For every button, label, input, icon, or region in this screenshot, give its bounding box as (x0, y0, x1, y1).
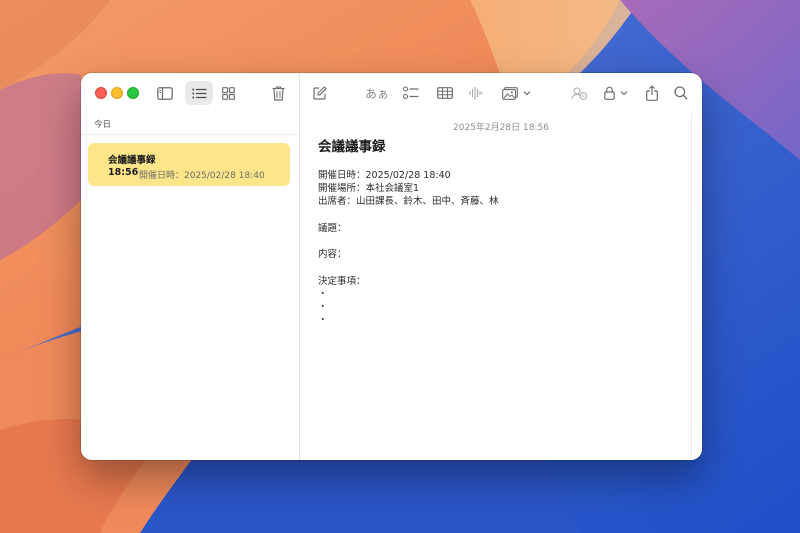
notes-window: 今日 会議議事録 18:56 開催日時：2025/02/28 18:40 202… (81, 73, 702, 460)
sidebar-toggle-button[interactable] (153, 81, 177, 105)
share-button[interactable] (643, 81, 661, 105)
note-timestamp: 2025年2月28日 18:56 (453, 123, 549, 133)
delete-button[interactable] (268, 81, 288, 105)
new-note-button[interactable] (310, 81, 330, 105)
note-line: 議題： (318, 222, 347, 234)
grid-icon (221, 86, 235, 100)
note-line: 内容： (318, 249, 347, 261)
note-line: 開催日時：2025/02/28 18:40 (318, 170, 451, 181)
photo-icon (501, 86, 518, 100)
audio-button[interactable] (467, 81, 485, 105)
format-icon: あぁ (365, 86, 390, 101)
format-button[interactable]: あぁ (365, 81, 389, 105)
note-list-item-preview: 開催日時：2025/02/28 18:40 (139, 171, 265, 181)
search-icon (674, 86, 688, 100)
table-button[interactable] (434, 81, 456, 105)
close-button[interactable] (95, 87, 107, 99)
editor-scrollbar[interactable] (691, 113, 692, 460)
share-icon (646, 85, 658, 101)
waveform-icon (469, 87, 483, 99)
table-icon (437, 87, 453, 99)
note-line (318, 261, 499, 274)
trash-icon (272, 85, 284, 101)
note-list-item[interactable]: 会議議事録 18:56 開催日時：2025/02/28 18:40 (88, 143, 290, 186)
search-button[interactable] (671, 81, 691, 105)
collaborate-icon (570, 87, 587, 100)
minimize-button[interactable] (111, 87, 123, 99)
note-line (318, 235, 499, 248)
zoom-button[interactable] (127, 87, 139, 99)
note-line: ・ (318, 301, 328, 313)
note-title: 会議議事録 (318, 139, 386, 155)
media-button[interactable] (499, 81, 533, 105)
note-list-item-time: 18:56 (108, 167, 139, 178)
checklist-icon (403, 86, 419, 100)
note-line: 開催場所：本社会議室1 (318, 183, 420, 195)
chevron-down-icon (523, 91, 530, 96)
note-line: 出席者：山田課長、鈴木、田中、斉藤、林 (318, 196, 499, 208)
note-line (318, 209, 499, 222)
toolbar: あぁ (81, 73, 702, 113)
lock-icon (604, 86, 615, 100)
section-label-today: 今日 (94, 120, 112, 130)
lock-button[interactable] (601, 81, 631, 105)
sidebar-icon (157, 86, 173, 100)
collaborate-button[interactable] (569, 81, 589, 105)
note-editor[interactable]: 2025年2月28日 18:56 会議議事録 開催日時：2025/02/28 1… (300, 113, 702, 460)
notes-sidebar: 今日 会議議事録 18:56 開催日時：2025/02/28 18:40 (81, 73, 300, 460)
compose-icon (313, 86, 327, 100)
gallery-view-button[interactable] (217, 81, 239, 105)
note-list-item-title: 会議議事録 (108, 155, 156, 166)
chevron-down-icon (620, 91, 628, 96)
list-icon (191, 88, 206, 98)
sidebar-divider (81, 134, 299, 135)
note-line: ・ (318, 288, 328, 300)
checklist-button[interactable] (401, 81, 421, 105)
list-view-button[interactable] (185, 81, 213, 105)
note-line: ・ (318, 315, 328, 327)
note-line: 決定事項： (318, 275, 366, 287)
note-content[interactable]: 会議議事録 開催日時：2025/02/28 18:40 開催場所：本社会議室1 … (318, 139, 499, 327)
